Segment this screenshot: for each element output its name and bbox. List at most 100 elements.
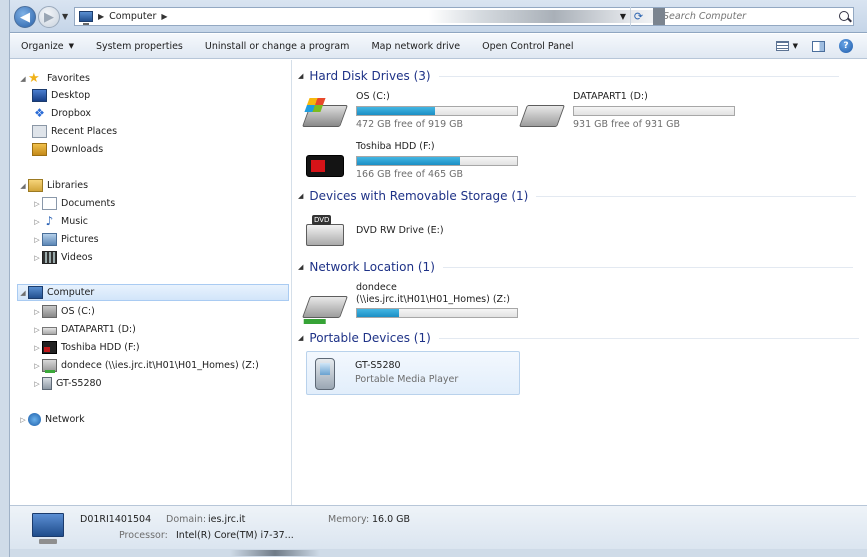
nav-item-music[interactable]: ▷ ♪ Music xyxy=(32,213,88,230)
collapse-arrow-icon[interactable]: ◢ xyxy=(298,192,303,200)
nav-item-drive-d[interactable]: ▷ DATAPART1 (D:) xyxy=(32,321,136,338)
change-view-button[interactable]: ▼ xyxy=(775,41,798,51)
nav-item-label: Videos xyxy=(61,252,93,263)
open-control-panel-button[interactable]: Open Control Panel xyxy=(471,34,584,59)
nav-favorites[interactable]: ◢ ★ Favorites xyxy=(18,70,90,87)
preview-pane-button[interactable] xyxy=(812,40,825,52)
computer-name: D01RI1401504 xyxy=(80,514,152,525)
nav-computer[interactable]: ◢ Computer xyxy=(17,284,289,301)
expand-arrow-icon[interactable]: ▷ xyxy=(32,200,42,208)
nav-item-dropbox[interactable]: ❖ Dropbox xyxy=(32,105,91,122)
expand-arrow-icon[interactable]: ▷ xyxy=(32,308,42,316)
organize-button[interactable]: Organize ▼ xyxy=(10,34,85,59)
system-properties-button[interactable]: System properties xyxy=(85,34,194,59)
nav-item-label: Recent Places xyxy=(51,126,118,137)
expand-arrow-icon[interactable]: ▷ xyxy=(32,236,42,244)
expand-arrow-icon[interactable]: ▷ xyxy=(18,416,28,424)
nav-network[interactable]: ▷ Network xyxy=(18,411,85,428)
nav-item-drive-f[interactable]: ▷ Toshiba HDD (F:) xyxy=(32,339,140,356)
expand-arrow-icon[interactable]: ▷ xyxy=(32,254,42,262)
back-arrow-icon: ◀ xyxy=(20,9,30,25)
back-button[interactable]: ◀ xyxy=(14,6,36,28)
drive-tile-c[interactable]: OS (C:) 472 GB free of 919 GB xyxy=(301,91,526,141)
group-header-removable-storage[interactable]: ◢ Devices with Removable Storage (1) xyxy=(298,187,863,205)
collapse-arrow-icon[interactable]: ◢ xyxy=(18,75,28,83)
uninstall-program-button[interactable]: Uninstall or change a program xyxy=(194,34,361,59)
collapse-arrow-icon[interactable]: ◢ xyxy=(298,263,303,271)
nav-item-gt-s5280[interactable]: ▷ GT-S5280 xyxy=(32,375,102,392)
portable-device-tile[interactable]: GT-S5280 Portable Media Player xyxy=(306,351,520,395)
nav-item-documents[interactable]: ▷ Documents xyxy=(32,195,115,212)
search-icon[interactable] xyxy=(839,11,849,21)
nav-item-downloads[interactable]: Downloads xyxy=(32,141,103,158)
group-divider xyxy=(536,195,857,197)
external-drive-icon xyxy=(306,155,344,177)
nav-item-drive-z[interactable]: ▷ dondece (\\ies.jrc.it\H01\H01_Homes) (Z… xyxy=(32,357,259,374)
address-bar[interactable]: ▶ Computer ▶ xyxy=(74,7,686,26)
forward-button[interactable]: ▶ xyxy=(38,6,60,28)
capacity-bar-fill xyxy=(357,157,460,165)
help-icon[interactable]: ? xyxy=(839,39,853,53)
breadcrumb-separator[interactable]: ▶ xyxy=(98,12,104,21)
group-divider xyxy=(442,266,853,268)
expand-arrow-icon[interactable]: ▷ xyxy=(32,362,42,370)
collapse-arrow-icon[interactable]: ◢ xyxy=(18,289,28,297)
recent-pages-dropdown[interactable]: ▼ xyxy=(62,12,68,21)
nav-item-label: dondece (\\ies.jrc.it\H01\H01_Homes) (Z:… xyxy=(61,360,259,371)
nav-item-label: Pictures xyxy=(61,234,99,245)
dropbox-icon: ❖ xyxy=(34,106,45,120)
expand-arrow-icon[interactable]: ▷ xyxy=(32,326,42,334)
drive-tile-d[interactable]: DATAPART1 (D:) 931 GB free of 931 GB xyxy=(518,91,743,141)
organize-label: Organize xyxy=(21,40,64,52)
group-header-hard-disk-drives[interactable]: ◢ Hard Disk Drives (3) xyxy=(298,67,863,85)
memory-label: Memory: xyxy=(328,514,370,525)
collapse-arrow-icon[interactable]: ◢ xyxy=(298,334,303,342)
drive-name-line2: (\\ies.jrc.it\H01\H01_Homes) (Z:) xyxy=(356,294,510,305)
explorer-window: ◀ ▶ ▼ ▶ Computer ▶ ▼ ⟳ Organize ▼ System … xyxy=(0,0,867,557)
windows-drive-icon xyxy=(301,105,349,127)
collapse-arrow-icon[interactable]: ◢ xyxy=(18,182,28,190)
expand-arrow-icon[interactable]: ▷ xyxy=(32,218,42,226)
expand-arrow-icon[interactable]: ▷ xyxy=(32,380,42,388)
hard-drive-icon xyxy=(42,327,57,335)
drive-name: DATAPART1 (D:) xyxy=(573,91,648,102)
expand-arrow-icon[interactable]: ▷ xyxy=(32,344,42,352)
drive-tile-f[interactable]: Toshiba HDD (F:) 166 GB free of 465 GB xyxy=(306,141,526,191)
drive-name: Toshiba HDD (F:) xyxy=(356,141,435,152)
search-input[interactable] xyxy=(663,11,813,22)
nav-item-desktop[interactable]: Desktop xyxy=(32,87,90,104)
nav-item-label: Documents xyxy=(61,198,116,209)
nav-item-recent-places[interactable]: Recent Places xyxy=(32,123,117,140)
map-network-drive-button[interactable]: Map network drive xyxy=(360,34,471,59)
breadcrumb-computer[interactable]: Computer xyxy=(109,11,156,22)
group-divider xyxy=(438,337,859,339)
drive-tile-e[interactable]: DVD RW Drive (E:) xyxy=(306,210,526,254)
capacity-bar-fill xyxy=(357,309,399,317)
group-header-network-location[interactable]: ◢ Network Location (1) xyxy=(298,258,863,276)
group-title: Hard Disk Drives (3) xyxy=(309,69,431,83)
refresh-button[interactable]: ⟳ xyxy=(630,7,646,26)
documents-icon xyxy=(42,197,57,210)
search-box[interactable] xyxy=(653,7,854,26)
drive-name-line1: dondece xyxy=(356,282,397,293)
nav-item-videos[interactable]: ▷ Videos xyxy=(32,249,93,266)
capacity-bar xyxy=(356,156,518,166)
nav-computer-label: Computer xyxy=(47,287,95,298)
nav-item-drive-c[interactable]: ▷ OS (C:) xyxy=(32,303,95,320)
drive-tile-z[interactable]: dondece (\\ies.jrc.it\H01\H01_Homes) (Z:… xyxy=(301,282,526,332)
hard-drive-icon xyxy=(518,105,566,127)
capacity-bar-fill xyxy=(357,107,435,115)
breadcrumb-separator[interactable]: ▶ xyxy=(161,12,167,21)
nav-item-pictures[interactable]: ▷ Pictures xyxy=(32,231,99,248)
nav-favorites-label: Favorites xyxy=(47,73,90,84)
nav-libraries[interactable]: ◢ Libraries xyxy=(18,177,88,194)
group-header-portable-devices[interactable]: ◢ Portable Devices (1) xyxy=(298,329,863,347)
nav-item-label: Music xyxy=(61,216,89,227)
group-title: Devices with Removable Storage (1) xyxy=(309,189,529,203)
drive-name: OS (C:) xyxy=(356,91,390,102)
device-type: Portable Media Player xyxy=(355,374,459,385)
network-drive-icon xyxy=(301,296,349,318)
address-dropdown-button[interactable]: ▼ xyxy=(616,7,630,26)
external-drive-icon xyxy=(42,341,57,354)
collapse-arrow-icon[interactable]: ◢ xyxy=(298,72,303,80)
